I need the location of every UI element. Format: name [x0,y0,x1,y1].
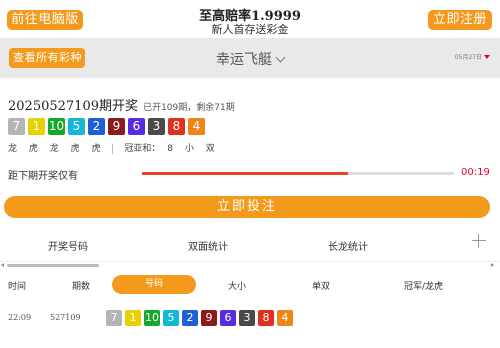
result-row: 22:09 527109 7 1 10 5 2 9 6 3 8 4 [0,308,500,330]
dragon-tiger-4: 虎 [70,144,80,154]
number-ball-4: 4 [277,310,293,326]
chevron-down-icon [275,52,286,63]
countdown-progress-fill [142,172,348,175]
dragon-tiger-2: 虎 [28,144,38,154]
lottery-selector[interactable]: 幸运飞艇 [200,49,300,69]
countdown-progress-bar [142,172,454,175]
dragon-tiger-3: 龙 [49,144,59,154]
number-ball-7: 7 [106,310,122,326]
number-ball-8: 8 [168,118,185,135]
number-ball-9: 9 [108,118,125,135]
number-ball-8: 8 [258,310,274,326]
row-numbers: 7 1 10 5 2 9 6 3 8 4 [106,310,293,326]
number-ball-2: 2 [88,118,105,135]
promo-subtitle: 新人首存送彩金 [211,23,289,36]
number-ball-5: 5 [68,118,85,135]
col-time: 时间 [8,282,27,292]
number-ball-1: 1 [125,310,141,326]
pc-version-button[interactable]: 前往电脑版 [7,10,83,30]
divider [112,143,114,154]
top-bar: 前往电脑版 至高赔率1.9999 新人首存送彩金 立即注册 [0,0,500,38]
date-selector[interactable]: 05月27日 [455,52,490,61]
filter-numbers-button[interactable]: 号码 [112,275,196,294]
draw-progress-text: 已开109期，剩余71期 [143,103,235,113]
row-time: 22:09 [8,313,32,322]
stats-tabs: 开奖号码 双面统计 长龙统计 [0,226,500,262]
caret-down-icon [484,55,490,59]
scroll-right-icon[interactable] [491,263,494,267]
horizontal-scrollbar[interactable] [0,262,500,268]
lottery-bar: 查看所有彩种 幸运飞艇 05月27日 [0,38,500,78]
number-ball-9: 9 [201,310,217,326]
countdown-time: 00:19 [461,167,490,178]
register-button[interactable]: 立即注册 [428,10,492,30]
dragon-tiger-5: 虎 [91,144,101,154]
number-ball-7: 7 [8,118,25,135]
sum-parity: 双 [205,144,215,154]
issue-title: 20250527109期开奖 [8,99,138,114]
scroll-left-icon[interactable] [1,263,4,267]
number-ball-1: 1 [28,118,45,135]
tab-draw-numbers[interactable]: 开奖号码 [48,238,88,253]
plus-icon[interactable] [472,234,486,248]
number-ball-3: 3 [148,118,165,135]
countdown-label: 距下期开奖仅有 [8,171,78,182]
number-ball-6: 6 [128,118,145,135]
draw-attributes: 龙 虎 龙 虎 虎 冠亚和： 8 小 双 [8,141,224,154]
draw-header: 20250527109期开奖 已开109期，剩余71期 [8,95,235,114]
results-header: 时间 期数 号码 大小 单双 冠军/龙虎 [0,274,500,296]
all-lotteries-button[interactable]: 查看所有彩种 [9,48,85,68]
number-ball-10: 10 [48,118,65,135]
bet-now-button[interactable]: 立即投注 [4,196,490,218]
filter-parity-button[interactable]: 单双 [312,279,330,292]
number-ball-2: 2 [182,310,198,326]
number-ball-6: 6 [220,310,236,326]
date-label: 05月27日 [454,54,482,61]
sum-value: 8 [167,144,173,154]
col-issue: 期数 [72,282,91,292]
dragon-tiger-1: 龙 [8,144,18,154]
filter-size-button[interactable]: 大小 [228,279,246,292]
sum-size: 小 [184,144,194,154]
number-ball-10: 10 [144,310,160,326]
number-ball-4: 4 [188,118,205,135]
sum-label: 冠亚和： [124,144,161,154]
number-ball-3: 3 [239,310,255,326]
number-ball-5: 5 [163,310,179,326]
tab-two-side-stats[interactable]: 双面统计 [188,238,228,253]
draw-numbers: 7 1 10 5 2 9 6 3 8 4 [8,118,205,135]
filter-champion-button[interactable]: 冠军/龙虎 [404,279,443,292]
tab-long-dragon-stats[interactable]: 长龙统计 [328,238,368,253]
lottery-name: 幸运飞艇 [216,52,272,68]
scrollbar-thumb[interactable] [7,264,99,267]
row-issue: 527109 [50,313,81,322]
